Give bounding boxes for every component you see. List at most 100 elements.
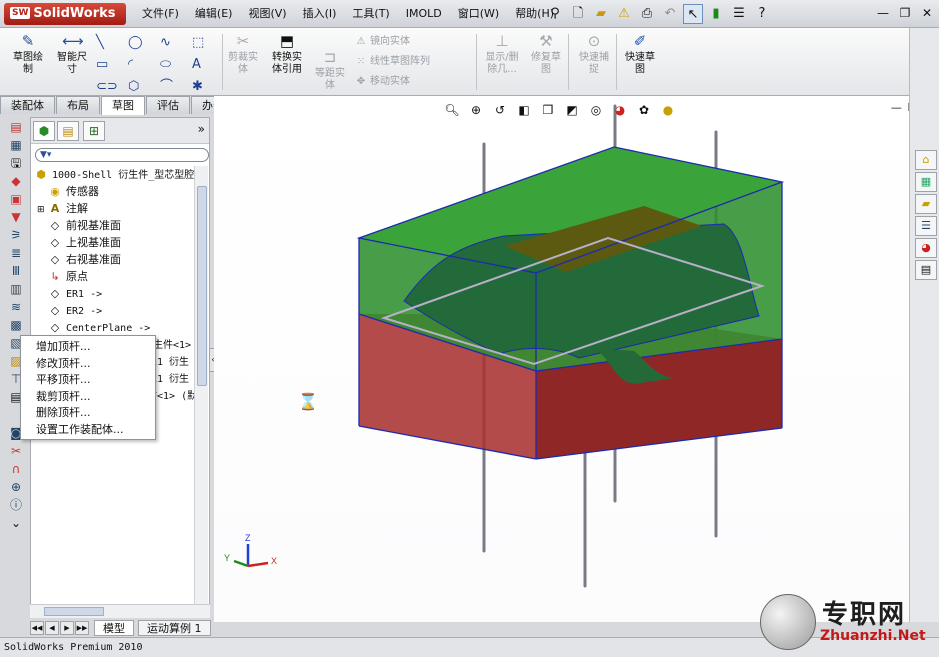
view-palette-icon[interactable]: ☰ bbox=[915, 216, 937, 236]
scene-icon[interactable]: ✿ bbox=[634, 101, 654, 119]
restore-icon[interactable]: ❐ bbox=[897, 4, 913, 22]
tree-root[interactable]: ⬢ 1000-Shell 衍生件_型芯型腔组 bbox=[33, 166, 204, 183]
file-explorer-icon[interactable]: ▰ bbox=[915, 194, 937, 214]
menu-item-add-ejector[interactable]: 增加顶杆... bbox=[21, 339, 155, 356]
line-icon[interactable]: ╲ bbox=[96, 32, 128, 54]
menu-insert[interactable]: 插入(I) bbox=[295, 0, 345, 28]
new-document-icon[interactable]: 🗋 bbox=[568, 4, 588, 24]
convert-entities-button[interactable]: ⬒ 转换实 体引用 bbox=[264, 32, 310, 76]
magnet-icon[interactable]: ∩ bbox=[4, 460, 28, 478]
configuration-tab-icon[interactable]: ⊞ bbox=[83, 121, 105, 141]
moldbase-icon[interactable]: ▩ bbox=[4, 316, 28, 334]
view-orientation-icon[interactable]: ❒ bbox=[538, 101, 558, 119]
display-style-icon[interactable]: ◩ bbox=[562, 101, 582, 119]
tree-horizontal-scrollbar[interactable] bbox=[30, 604, 210, 618]
project-icon[interactable]: ▤ bbox=[4, 118, 28, 136]
first-tab-icon[interactable]: ◀◀ bbox=[30, 621, 44, 635]
menu-window[interactable]: 窗口(W) bbox=[450, 0, 507, 28]
rapid-sketch-button[interactable]: ✐ 快速草 图 bbox=[620, 32, 660, 76]
feature-tree-tab-icon[interactable]: ⬢ bbox=[33, 121, 55, 141]
view-settings-icon[interactable]: ● bbox=[658, 101, 678, 119]
section-view-icon[interactable]: ◧ bbox=[514, 101, 534, 119]
cooling-icon[interactable]: ≋ bbox=[4, 298, 28, 316]
tree-scrollbar[interactable] bbox=[194, 166, 208, 606]
rebuild-icon[interactable]: ▮ bbox=[706, 4, 726, 24]
sketch-button[interactable]: ✎ 草图绘 制 bbox=[6, 32, 50, 76]
tree-filter[interactable]: ▼▾ bbox=[35, 148, 209, 162]
linear-pattern-item[interactable]: ⁙ 线性草图阵列 bbox=[352, 52, 430, 72]
pin-icon[interactable]: ⚲ bbox=[545, 4, 565, 24]
tree-item-right-plane[interactable]: ◇ 右视基准面 bbox=[33, 251, 193, 268]
design-library-icon[interactable]: ▦ bbox=[915, 172, 937, 192]
tools-icon[interactable]: ✂ bbox=[4, 442, 28, 460]
scroll-thumb[interactable] bbox=[44, 607, 104, 616]
move-entities-item[interactable]: ✥ 移动实体 bbox=[352, 72, 430, 92]
menu-item-move-ejector[interactable]: 平移顶杆... bbox=[21, 372, 155, 389]
data-prep-icon[interactable]: ▦ bbox=[4, 136, 28, 154]
scroll-thumb[interactable] bbox=[197, 186, 207, 386]
menu-item-set-work-assembly[interactable]: 设置工作装配体... bbox=[21, 422, 155, 439]
tree-item-er2[interactable]: ◇ ER2 -> bbox=[33, 302, 193, 319]
graphics-area[interactable]: Z X Y bbox=[214, 96, 910, 622]
expand-tabs-icon[interactable]: » bbox=[198, 122, 205, 136]
select-cursor-icon[interactable]: ↖ bbox=[683, 4, 703, 24]
menu-item-modify-ejector[interactable]: 修改顶杆... bbox=[21, 356, 155, 373]
plane-sketch-icon[interactable]: ⬚ bbox=[192, 32, 224, 54]
display-delete-relations-button[interactable]: ⊥ 显示/删 除几... bbox=[480, 32, 524, 76]
menu-edit[interactable]: 编辑(E) bbox=[187, 0, 241, 28]
viewport-minimize-icon[interactable]: — bbox=[891, 101, 902, 114]
prev-tab-icon[interactable]: ◀ bbox=[45, 621, 59, 635]
tab-assembly[interactable]: 装配体 bbox=[0, 96, 55, 114]
tree-item-centerplane[interactable]: ◇ CenterPlane -> bbox=[33, 319, 193, 336]
mirror-entities-item[interactable]: ⚠ 镜向实体 bbox=[352, 32, 430, 52]
undo-icon[interactable]: ↶ bbox=[660, 4, 680, 24]
repair-sketch-button[interactable]: ⚒ 修复草 图 bbox=[526, 32, 566, 76]
spline-icon[interactable]: ∿ bbox=[160, 32, 192, 54]
slider-icon[interactable]: ≣ bbox=[4, 244, 28, 262]
home-icon[interactable]: ⌂ bbox=[915, 150, 937, 170]
arc-icon[interactable]: ◜ bbox=[128, 54, 160, 76]
menu-item-delete-ejector[interactable]: 删除顶杆... bbox=[21, 405, 155, 422]
tab-layout[interactable]: 布局 bbox=[56, 96, 100, 114]
tree-item-annotations[interactable]: ⊞ A 注解 bbox=[33, 200, 193, 217]
next-tab-icon[interactable]: ▶ bbox=[60, 621, 74, 635]
menu-file[interactable]: 文件(F) bbox=[134, 0, 187, 28]
appearances-icon[interactable]: ◕ bbox=[915, 238, 937, 258]
menu-imold[interactable]: IMOLD bbox=[398, 0, 450, 28]
trim-entities-button[interactable]: ✂ 剪裁实 体 bbox=[224, 32, 262, 76]
tab-motion-study[interactable]: 运动算例 1 bbox=[138, 620, 211, 636]
tree-item-er1[interactable]: ◇ ER1 -> bbox=[33, 285, 193, 302]
menu-tools[interactable]: 工具(T) bbox=[344, 0, 397, 28]
offset-entities-button[interactable]: ⊐ 等距实 体 bbox=[310, 48, 350, 92]
hide-show-icon[interactable]: ◎ bbox=[586, 101, 606, 119]
last-tab-icon[interactable]: ▶▶ bbox=[75, 621, 89, 635]
zoom-icon[interactable]: ⊕ bbox=[4, 478, 28, 496]
tab-model[interactable]: 模型 bbox=[94, 620, 134, 636]
previous-view-icon[interactable]: ↺ bbox=[490, 101, 510, 119]
open-folder-icon[interactable]: ▰ bbox=[591, 4, 611, 24]
zoom-area-icon[interactable]: ⊕ bbox=[466, 101, 486, 119]
options-icon[interactable]: ☰ bbox=[729, 4, 749, 24]
tab-evaluate[interactable]: 评估 bbox=[146, 96, 190, 114]
runner-icon[interactable]: ▼ bbox=[4, 208, 28, 226]
custom-properties-icon[interactable]: ▤ bbox=[915, 260, 937, 280]
model-view[interactable]: Z X Y bbox=[214, 96, 910, 622]
tree-item-origin[interactable]: ↳ 原点 bbox=[33, 268, 193, 285]
text-icon[interactable]: A bbox=[192, 54, 224, 76]
lifter-icon[interactable]: ▥ bbox=[4, 280, 28, 298]
print-icon[interactable]: ⎙ bbox=[637, 4, 657, 24]
tree-item-front-plane[interactable]: ◇ 前视基准面 bbox=[33, 217, 193, 234]
smart-dimension-button[interactable]: ⟷ 智能尺 寸 bbox=[50, 32, 94, 76]
save-icon[interactable]: 🖫 bbox=[4, 154, 28, 172]
menu-view[interactable]: 视图(V) bbox=[240, 0, 294, 28]
menu-item-trim-ejector[interactable]: 裁剪顶杆... bbox=[21, 389, 155, 406]
circle-icon[interactable]: ◯ bbox=[128, 32, 160, 54]
parting-icon[interactable]: ◆ bbox=[4, 172, 28, 190]
help-icon[interactable]: ? bbox=[752, 4, 772, 24]
appearance-icon[interactable]: ◕ bbox=[610, 101, 630, 119]
quick-snaps-button[interactable]: ⊙ 快速捕 捉 bbox=[572, 32, 616, 76]
gate-icon[interactable]: ⚞ bbox=[4, 226, 28, 244]
more-icon[interactable]: ⌄ bbox=[4, 514, 28, 532]
tree-item-sensors[interactable]: ◉ 传感器 bbox=[33, 183, 193, 200]
save-warning-icon[interactable]: ⚠ bbox=[614, 4, 634, 24]
